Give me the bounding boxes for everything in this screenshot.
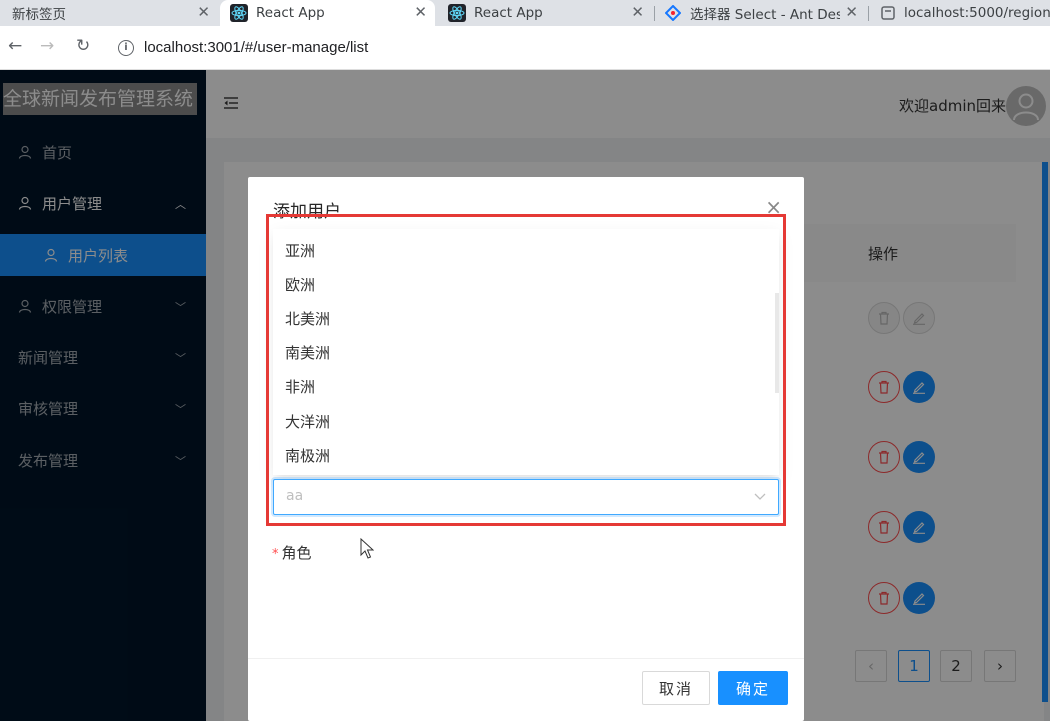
tab-label: React App [256,5,325,21]
browser-tab-antd-select[interactable]: 选择器 Select - Ant Desi ✕ [656,0,866,26]
tab-separator [868,6,869,21]
tab-label: localhost:5000/regions [904,5,1050,21]
tab-close-icon[interactable]: ✕ [414,3,427,21]
forward-arrow-icon[interactable]: → [40,36,54,56]
tab-close-icon[interactable]: ✕ [845,3,858,21]
tab-label: 选择器 Select - Ant Desi [690,7,840,23]
role-field-label: * 角色 [272,542,312,563]
browser-address-bar: ← → ↻ i localhost:3001/#/user-manage/lis… [0,26,1050,70]
annotation-highlight-box [266,214,786,526]
back-arrow-icon[interactable]: ← [8,36,22,56]
tab-close-icon[interactable]: ✕ [197,3,210,21]
page-icon [880,4,896,22]
react-icon [448,4,466,22]
tab-separator [654,6,655,21]
browser-tab-react-app-active[interactable]: React App ✕ [220,0,435,26]
cancel-button[interactable]: 取消 [642,671,710,705]
ok-button[interactable]: 确定 [718,671,788,705]
reload-icon[interactable]: ↻ [76,36,90,56]
site-info-icon[interactable]: i [118,40,134,56]
mouse-cursor-icon [360,538,374,559]
browser-tab-regions[interactable]: localhost:5000/regions [872,0,1050,26]
required-mark: * [272,547,279,562]
url-input[interactable]: localhost:3001/#/user-manage/list [144,39,368,56]
browser-tab-new[interactable]: 新标签页 ✕ [0,0,218,26]
tab-close-icon[interactable]: ✕ [631,3,644,21]
antd-icon [664,4,682,22]
browser-tab-bar: 新标签页 ✕ React App ✕ React App ✕ 选择器 Selec… [0,0,1050,26]
modal-footer: 取消 确定 [248,658,804,721]
tab-label: 新标签页 [12,7,66,23]
browser-tab-react-app[interactable]: React App ✕ [438,0,652,26]
role-label-text: 角色 [281,544,312,562]
react-icon [230,4,248,22]
tab-label: React App [474,5,543,21]
